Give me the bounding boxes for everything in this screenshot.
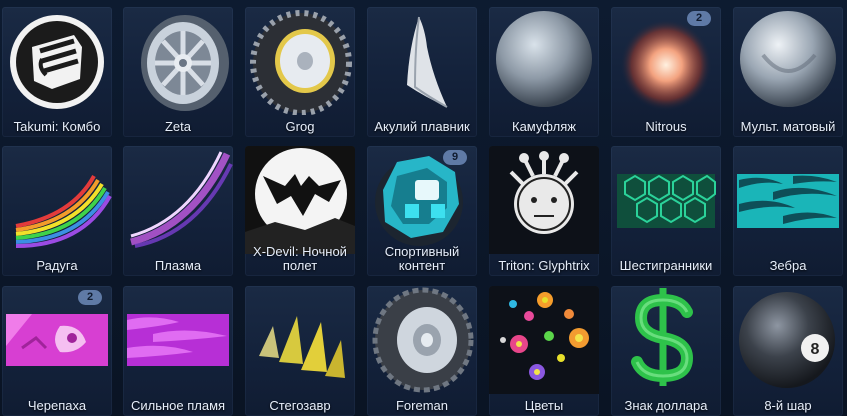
item-label: Цветы [524, 398, 564, 413]
inventory-grid: Takumi: Комбо Zeta Grog Акулий плавник К… [0, 0, 847, 416]
hexagon-pattern-icon [617, 174, 716, 228]
offroad-wheel-icon [250, 10, 352, 115]
item-label: Камуфляж [512, 119, 576, 134]
item-label: Сильное пламя [130, 398, 226, 413]
item-tile-triton-glyphtrix[interactable]: Triton: Glyphtrix [489, 146, 599, 276]
item-label: Мульт. матовый [740, 119, 836, 134]
item-label: Nitrous [645, 119, 687, 134]
count-badge: 2 [687, 11, 711, 26]
fist-decal-icon [10, 15, 104, 109]
rainbow-trail-icon [15, 175, 112, 248]
svg-text:8: 8 [811, 341, 820, 358]
item-tile-kamuflyazh[interactable]: Камуфляж [489, 7, 599, 137]
item-tile-cherepakha[interactable]: 2 Черепаха [2, 286, 112, 416]
matte-sphere-icon [740, 11, 836, 107]
zebra-pattern-icon [737, 174, 839, 228]
shark-fin-icon [407, 16, 448, 108]
item-label: Черепаха [27, 398, 87, 413]
item-tile-akuliy-plavnik[interactable]: Акулий плавник [367, 7, 477, 137]
item-tile-grog[interactable]: Grog [245, 7, 355, 137]
item-label: Плазма [154, 258, 202, 273]
item-tile-raduga[interactable]: Радуга [2, 146, 112, 276]
count-badge: 2 [78, 290, 102, 305]
item-tile-silnoe-plamya[interactable]: Сильное пламя [123, 286, 233, 416]
item-label: X-Devil: Ночной полет [253, 244, 347, 273]
item-label: Стегозавр [269, 398, 331, 413]
item-label: Зебра [769, 258, 807, 273]
item-tile-foreman[interactable]: Foreman [367, 286, 477, 416]
item-tile-stegozavr[interactable]: Стегозавр [245, 286, 355, 416]
item-tile-plazma[interactable]: Плазма [123, 146, 233, 276]
bat-moon-icon [245, 146, 355, 254]
flame-pattern-icon [127, 314, 229, 366]
item-label: Радуга [36, 258, 78, 273]
item-tile-znak-dollara[interactable]: Знак доллара [611, 286, 721, 416]
item-label: 8-й шар [764, 398, 812, 413]
item-label: Спортивный контент [384, 244, 460, 273]
item-label: Zeta [164, 119, 191, 134]
item-tile-takumi-kombo[interactable]: Takumi: Комбо [2, 7, 112, 137]
item-tile-zeta[interactable]: Zeta [123, 7, 233, 137]
rim-wheel-icon [372, 287, 474, 393]
item-label: Foreman [395, 398, 449, 413]
item-tile-nitrous[interactable]: 2 Nitrous [611, 7, 721, 137]
spikes-icon [259, 316, 345, 378]
item-tile-8-y-shar[interactable]: 8 8-й шар [733, 286, 843, 416]
plasma-trail-icon [130, 151, 233, 248]
item-label: Takumi: Комбо [13, 119, 101, 134]
item-label: Знак доллара [624, 398, 708, 413]
wheel-icon [141, 15, 229, 111]
item-label: Акулий плавник [374, 119, 470, 134]
count-badge: 9 [443, 150, 467, 165]
item-tile-sportivnyy-kontent[interactable]: 9 Спортивный контент [367, 146, 477, 276]
sphere-icon [496, 11, 592, 107]
eight-ball-icon: 8 [739, 292, 835, 388]
item-tile-zebra[interactable]: Зебра [733, 146, 843, 276]
item-tile-x-devil[interactable]: X-Devil: Ночной полет [245, 146, 355, 276]
item-tile-tsvety[interactable]: Цветы [489, 286, 599, 416]
item-label: Triton: Glyphtrix [498, 258, 590, 273]
item-tile-mult-matovyy[interactable]: Мульт. матовый [733, 7, 843, 137]
item-tile-shestigranniki[interactable]: Шестигранники [611, 146, 721, 276]
item-label: Grog [285, 119, 315, 134]
item-label: Шестигранники [619, 258, 713, 273]
dollar-icon [631, 288, 694, 386]
flowers-icon [489, 286, 599, 394]
mask-face-icon [489, 146, 599, 254]
